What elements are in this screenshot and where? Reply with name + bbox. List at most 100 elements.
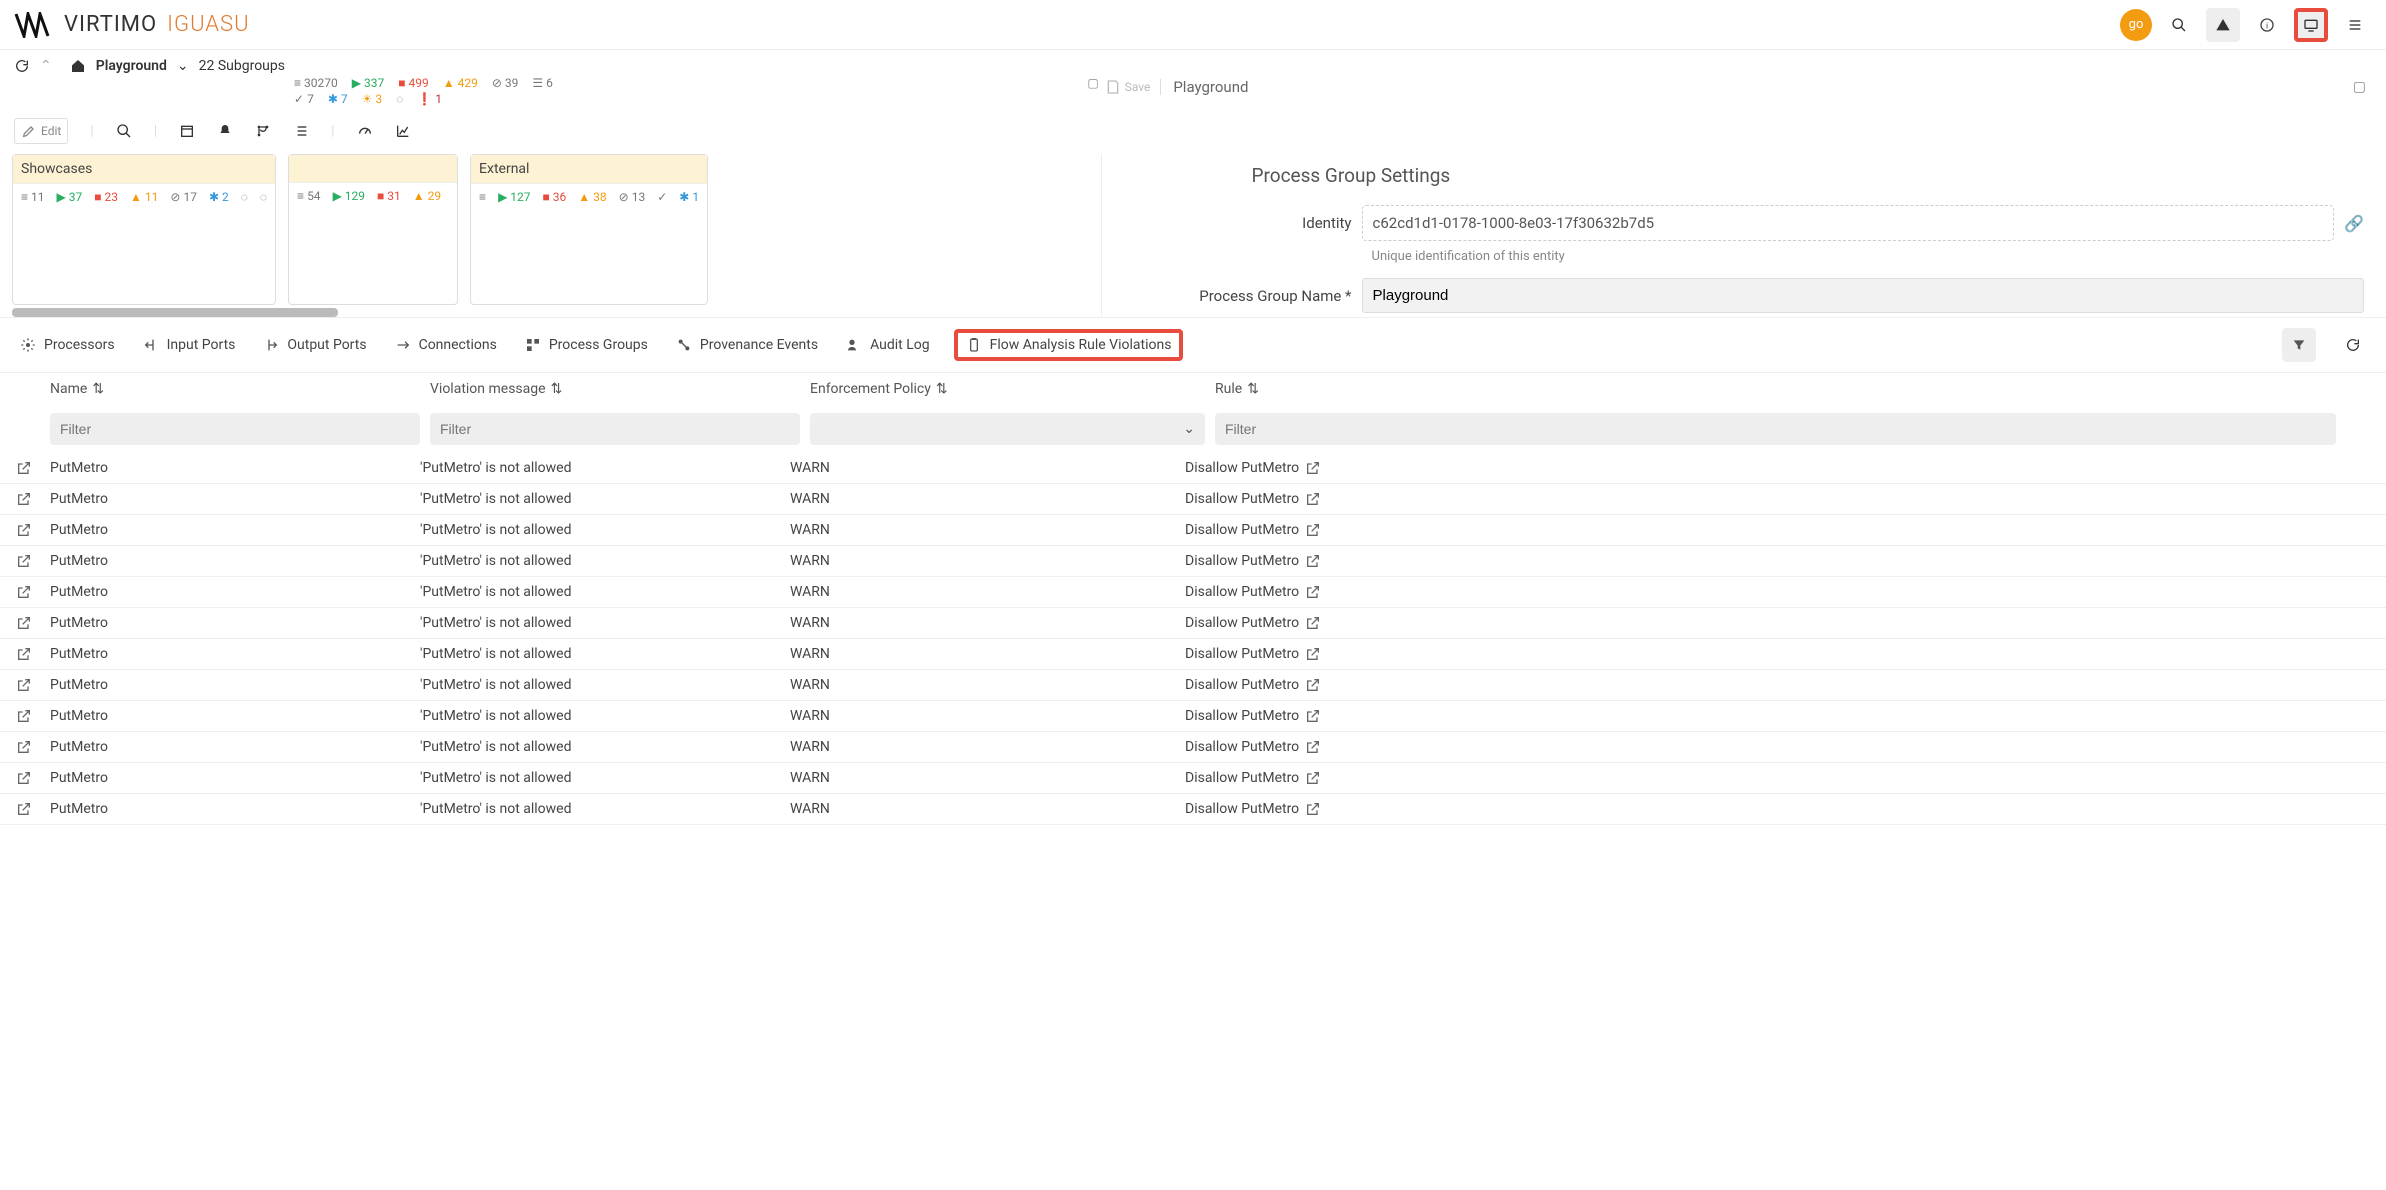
warning-icon[interactable] [2206, 8, 2240, 42]
col-name[interactable]: Name ⇅ [50, 381, 420, 397]
filter-rule[interactable] [1215, 413, 2336, 445]
filter-icon[interactable] [2282, 328, 2316, 362]
flow-canvas[interactable]: Showcases ≡ 11 ▶ 37 ■ 23 ▲ 11 ⊘ 17 ✱ 2 ◌… [12, 154, 1099, 317]
chart-icon[interactable] [395, 123, 411, 139]
maximize-right-icon[interactable]: ▢ [2353, 79, 2366, 95]
refresh-icon[interactable] [14, 58, 30, 74]
tab-audit-log[interactable]: Audit Log [842, 335, 934, 355]
open-external-icon[interactable] [16, 491, 50, 507]
pgname-field[interactable] [1362, 278, 2364, 313]
search-icon[interactable] [2162, 8, 2196, 42]
open-external-icon[interactable] [16, 770, 50, 786]
identity-field[interactable]: c62cd1d1-0178-1000-8e03-17f30632b7d5 [1362, 205, 2335, 241]
table-row[interactable]: PutMetro 'PutMetro' is not allowed WARN … [0, 763, 2386, 794]
gauge-icon[interactable] [357, 123, 373, 139]
col-rule[interactable]: Rule ⇅ [1215, 381, 2336, 397]
horizontal-scrollbar[interactable] [12, 308, 338, 317]
cell-name: PutMetro [50, 584, 420, 600]
tab-output-ports[interactable]: Output Ports [259, 335, 370, 355]
open-external-icon[interactable] [1305, 584, 1321, 600]
open-external-icon[interactable] [16, 460, 50, 476]
cell-name: PutMetro [50, 646, 420, 662]
tab-connections[interactable]: Connections [391, 335, 501, 355]
process-group-card[interactable]: ≡ 54 ▶ 129 ■ 31 ▲ 29 [288, 154, 458, 305]
open-external-icon[interactable] [1305, 646, 1321, 662]
chevron-down-icon: ⌄ [1183, 421, 1195, 437]
list-icon[interactable] [293, 123, 309, 139]
menu-icon[interactable] [2338, 8, 2372, 42]
stat-sorted: ☰ 6 [532, 76, 553, 90]
table-row[interactable]: PutMetro 'PutMetro' is not allowed WARN … [0, 794, 2386, 825]
open-external-icon[interactable] [1305, 770, 1321, 786]
cell-name: PutMetro [50, 708, 420, 724]
open-external-icon[interactable] [16, 553, 50, 569]
bell-icon[interactable] [217, 123, 233, 139]
open-external-icon[interactable] [1305, 522, 1321, 538]
link-icon[interactable]: 🔗 [2344, 214, 2364, 233]
cell-msg: 'PutMetro' is not allowed [420, 739, 790, 755]
table-row[interactable]: PutMetro 'PutMetro' is not allowed WARN … [0, 639, 2386, 670]
open-external-icon[interactable] [16, 646, 50, 662]
stat-star: ✱ 7 [328, 92, 348, 106]
save-button[interactable]: Save [1105, 79, 1162, 95]
tab-input-ports[interactable]: Input Ports [139, 335, 240, 355]
table-row[interactable]: PutMetro 'PutMetro' is not allowed WARN … [0, 577, 2386, 608]
open-external-icon[interactable] [16, 801, 50, 817]
filter-policy-select[interactable]: ⌄ [810, 413, 1205, 445]
process-group-card[interactable]: External ≡ ▶ 127 ■ 36 ▲ 38 ⊘ 13 ✓ ✱ 1 [470, 154, 708, 305]
cell-name: PutMetro [50, 491, 420, 507]
tab-flow-analysis-violations[interactable]: Flow Analysis Rule Violations [962, 335, 1176, 355]
monitor-icon[interactable] [2294, 8, 2328, 42]
breadcrumb-current[interactable]: Playground [96, 58, 167, 74]
edit-button[interactable]: Edit [14, 118, 68, 144]
table-row[interactable]: PutMetro 'PutMetro' is not allowed WARN … [0, 701, 2386, 732]
home-icon[interactable] [70, 58, 86, 74]
cell-rule: Disallow PutMetro [1185, 739, 2370, 755]
table-row[interactable]: PutMetro 'PutMetro' is not allowed WARN … [0, 546, 2386, 577]
open-external-icon[interactable] [16, 708, 50, 724]
chevron-up-icon[interactable]: ⌃ [40, 58, 52, 74]
cell-name: PutMetro [50, 801, 420, 817]
open-external-icon[interactable] [1305, 553, 1321, 569]
table-row[interactable]: PutMetro 'PutMetro' is not allowed WARN … [0, 608, 2386, 639]
open-external-icon[interactable] [1305, 739, 1321, 755]
maximize-icon[interactable]: ▢ [1087, 76, 1098, 90]
open-external-icon[interactable] [16, 584, 50, 600]
table-row[interactable]: PutMetro 'PutMetro' is not allowed WARN … [0, 670, 2386, 701]
open-external-icon[interactable] [1305, 677, 1321, 693]
filter-name[interactable] [50, 413, 420, 445]
tab-processors[interactable]: Processors [16, 335, 119, 355]
chevron-down-icon[interactable]: ⌄ [177, 58, 189, 74]
table-row[interactable]: PutMetro 'PutMetro' is not allowed WARN … [0, 515, 2386, 546]
cell-name: PutMetro [50, 739, 420, 755]
open-external-icon[interactable] [1305, 615, 1321, 631]
tab-process-groups[interactable]: Process Groups [521, 335, 652, 355]
open-external-icon[interactable] [16, 677, 50, 693]
open-external-icon[interactable] [1305, 460, 1321, 476]
zoom-icon[interactable] [116, 123, 132, 139]
info-icon[interactable]: i [2250, 8, 2284, 42]
cell-name: PutMetro [50, 553, 420, 569]
filter-msg[interactable] [430, 413, 800, 445]
calendar-icon[interactable] [179, 123, 195, 139]
open-external-icon[interactable] [1305, 801, 1321, 817]
open-external-icon[interactable] [1305, 491, 1321, 507]
table-row[interactable]: PutMetro 'PutMetro' is not allowed WARN … [0, 453, 2386, 484]
col-policy[interactable]: Enforcement Policy ⇅ [810, 381, 1205, 397]
cell-msg: 'PutMetro' is not allowed [420, 460, 790, 476]
cell-name: PutMetro [50, 677, 420, 693]
open-external-icon[interactable] [16, 522, 50, 538]
refresh-table-icon[interactable] [2336, 328, 2370, 362]
process-group-card[interactable]: Showcases ≡ 11 ▶ 37 ■ 23 ▲ 11 ⊘ 17 ✱ 2 ◌… [12, 154, 276, 305]
table-row[interactable]: PutMetro 'PutMetro' is not allowed WARN … [0, 484, 2386, 515]
branch-icon[interactable] [255, 123, 271, 139]
tab-provenance[interactable]: Provenance Events [672, 335, 822, 355]
table-row[interactable]: PutMetro 'PutMetro' is not allowed WARN … [0, 732, 2386, 763]
col-violation[interactable]: Violation message ⇅ [430, 381, 800, 397]
breadcrumb-sub[interactable]: 22 Subgroups [199, 58, 285, 74]
open-external-icon[interactable] [16, 615, 50, 631]
stat-check: ✓ 7 [294, 92, 314, 106]
avatar[interactable]: go [2120, 9, 2152, 41]
open-external-icon[interactable] [16, 739, 50, 755]
open-external-icon[interactable] [1305, 708, 1321, 724]
